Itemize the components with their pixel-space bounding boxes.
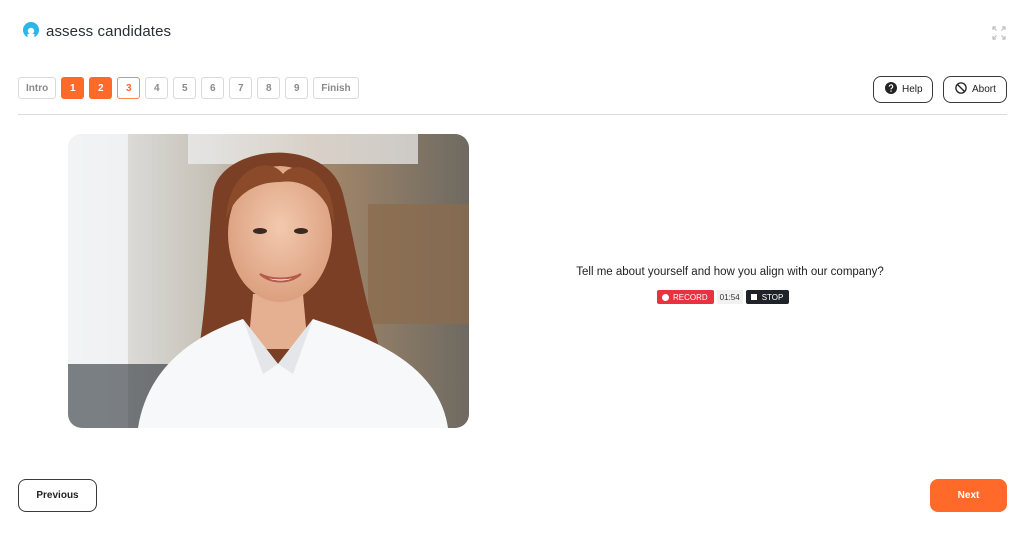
logo-icon xyxy=(22,22,40,40)
abort-icon xyxy=(955,82,967,97)
header-divider xyxy=(18,114,1007,115)
step-intro[interactable]: Intro xyxy=(18,77,57,99)
step-2[interactable]: 2 xyxy=(89,77,113,99)
record-button[interactable]: RECORD xyxy=(657,290,714,304)
expand-icon[interactable] xyxy=(992,26,1006,40)
step-3[interactable]: 3 xyxy=(117,77,141,99)
step-6[interactable]: 6 xyxy=(201,77,225,99)
question-text: Tell me about yourself and how you align… xyxy=(576,266,884,278)
recorder-controls: RECORD 01:54 STOP xyxy=(657,290,790,304)
stop-label: STOP xyxy=(761,292,784,302)
help-label: Help xyxy=(902,84,923,95)
brand-logo: assess candidates xyxy=(22,22,171,40)
record-dot-icon xyxy=(662,293,669,301)
step-5[interactable]: 5 xyxy=(173,77,197,99)
top-actions: Help Abort xyxy=(873,76,1007,103)
stop-button[interactable]: STOP xyxy=(745,290,790,304)
recording-timer: 01:54 xyxy=(716,290,743,304)
step-4[interactable]: 4 xyxy=(145,77,169,99)
assessment-page: assess candidates Intro 1 2 3 4 5 6 7 8 … xyxy=(0,0,1024,546)
step-finish[interactable]: Finish xyxy=(313,77,359,99)
step-navigation: Intro 1 2 3 4 5 6 7 8 9 Finish xyxy=(18,77,359,99)
brand-name: assess candidates xyxy=(46,22,172,40)
step-9[interactable]: 9 xyxy=(285,77,309,99)
abort-label: Abort xyxy=(972,84,996,95)
step-1[interactable]: 1 xyxy=(61,77,85,99)
next-button[interactable]: Next xyxy=(930,479,1007,512)
stop-square-icon xyxy=(750,294,757,300)
step-8[interactable]: 8 xyxy=(257,77,281,99)
abort-button[interactable]: Abort xyxy=(943,76,1007,103)
help-button[interactable]: Help xyxy=(873,76,933,103)
record-label: RECORD xyxy=(673,292,708,302)
video-preview xyxy=(68,134,469,428)
help-icon xyxy=(885,82,897,97)
step-7[interactable]: 7 xyxy=(229,77,253,99)
previous-button[interactable]: Previous xyxy=(18,479,97,512)
